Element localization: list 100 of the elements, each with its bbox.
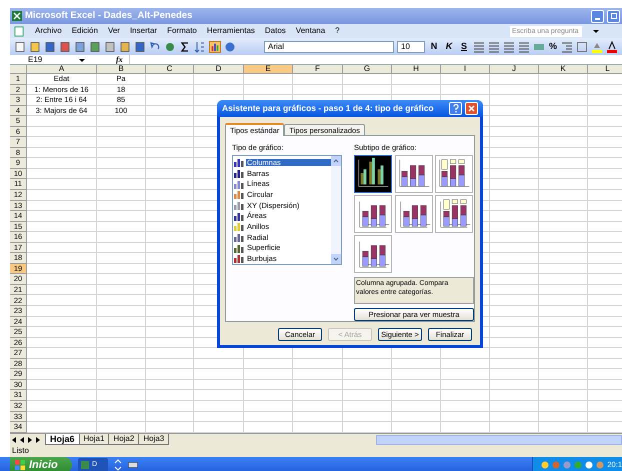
column-chart-icon[interactable] xyxy=(435,195,474,234)
table-cell xyxy=(194,390,244,401)
sort-icon[interactable] xyxy=(194,40,206,52)
menu-item[interactable]: Archivo xyxy=(35,25,62,37)
function-label[interactable]: fx xyxy=(116,54,123,66)
menu-item[interactable]: Insertar xyxy=(130,25,158,37)
column-header[interactable]: A xyxy=(27,65,97,74)
column-header[interactable]: K xyxy=(539,65,588,74)
column-chart-icon[interactable] xyxy=(394,155,433,194)
menu-item[interactable]: Herramientas xyxy=(206,25,255,37)
keyboard-icon[interactable] xyxy=(128,461,138,469)
underline-button[interactable]: S xyxy=(458,40,470,54)
chart-wizard-icon[interactable] xyxy=(209,40,221,52)
font-dropdown[interactable]: Arial xyxy=(264,40,394,52)
table-cell xyxy=(343,412,392,422)
font-size-dropdown[interactable]: 10 xyxy=(397,40,425,52)
table-cell xyxy=(392,390,441,401)
table-cell xyxy=(490,242,539,254)
column-header[interactable]: L xyxy=(588,65,622,74)
menu-item[interactable]: Ver xyxy=(108,25,120,37)
chevron-icon[interactable] xyxy=(114,459,122,471)
table-cell xyxy=(343,358,392,370)
windows-logo-icon[interactable] xyxy=(15,460,26,470)
vertical-scrollbar[interactable] xyxy=(331,156,341,264)
column-chart-icon[interactable] xyxy=(354,235,392,274)
table-cell xyxy=(539,95,588,106)
scroll-up-icon[interactable] xyxy=(331,156,341,166)
table-cell xyxy=(27,274,97,285)
minimize-button[interactable] xyxy=(591,10,604,22)
column-chart-icon[interactable] xyxy=(435,155,474,194)
save-icon[interactable] xyxy=(44,40,56,52)
font-color-icon[interactable] xyxy=(606,40,618,52)
copy-icon[interactable] xyxy=(119,40,131,52)
close-button[interactable] xyxy=(465,102,478,115)
bold-button[interactable]: N xyxy=(428,40,440,54)
table-cell xyxy=(194,380,244,390)
scroll-down-icon[interactable] xyxy=(331,254,341,264)
menu-item[interactable]: ? xyxy=(335,25,340,37)
table-cell xyxy=(27,200,97,212)
align-center-icon[interactable] xyxy=(488,40,500,52)
column-header[interactable]: B xyxy=(97,65,146,74)
table-cell xyxy=(490,348,539,359)
spreadsheet-icon[interactable] xyxy=(12,11,22,21)
sheet-tab[interactable]: Hoja6 xyxy=(45,434,80,445)
table-cell xyxy=(490,84,539,96)
table-cell xyxy=(97,358,146,370)
paste-icon[interactable] xyxy=(134,40,146,52)
folder-icon[interactable] xyxy=(29,40,41,52)
dropdown-caret-icon[interactable] xyxy=(592,27,600,35)
sheet-tab[interactable]: Hoja3 xyxy=(138,434,170,445)
align-left-icon[interactable] xyxy=(473,40,485,52)
table-cell xyxy=(490,190,539,201)
column-header[interactable]: I xyxy=(441,65,490,74)
table-cell xyxy=(539,242,588,254)
fill-color-icon[interactable] xyxy=(591,40,603,52)
align-right-icon[interactable] xyxy=(503,40,515,52)
menu-item[interactable]: Ventana xyxy=(296,25,326,37)
horizontal-scrollbar[interactable] xyxy=(376,434,622,444)
table-cell xyxy=(490,274,539,285)
menu-item[interactable]: Datos xyxy=(264,25,286,37)
table-cell xyxy=(146,126,194,138)
column-chart-icon[interactable] xyxy=(354,155,392,194)
new-file-icon[interactable] xyxy=(14,40,26,52)
document-icon[interactable] xyxy=(14,26,25,36)
autosum-icon[interactable] xyxy=(179,40,191,52)
menu-item[interactable]: Edición xyxy=(72,25,98,37)
column-chart-icon[interactable] xyxy=(394,195,433,234)
sheet-tab[interactable]: Hoja1 xyxy=(78,434,110,445)
table-cell xyxy=(146,400,194,412)
research-icon[interactable] xyxy=(104,40,116,52)
column-header[interactable]: F xyxy=(293,65,343,74)
table-cell xyxy=(146,390,194,401)
column-header[interactable]: E xyxy=(244,65,293,74)
sheet-tab[interactable]: Hoja2 xyxy=(108,434,140,445)
restore-button[interactable] xyxy=(607,10,620,22)
help-button[interactable] xyxy=(449,102,462,115)
table-cell xyxy=(293,380,343,390)
table-cell xyxy=(490,412,539,422)
start-button[interactable]: Inicio xyxy=(10,457,72,471)
column-header[interactable]: G xyxy=(343,65,392,74)
permission-icon[interactable] xyxy=(59,40,71,52)
table-cell xyxy=(490,369,539,380)
merge-cells-icon[interactable] xyxy=(518,40,530,52)
percent-button[interactable]: % xyxy=(548,40,558,54)
column-chart-icon[interactable] xyxy=(354,195,392,234)
print-icon[interactable] xyxy=(74,40,86,52)
column-header[interactable]: C xyxy=(146,65,194,74)
table-cell xyxy=(539,264,588,274)
menu-item[interactable]: Formato xyxy=(167,25,197,37)
column-header[interactable]: J xyxy=(490,65,539,74)
column-header[interactable]: H xyxy=(392,65,441,74)
indent-icon[interactable] xyxy=(561,40,573,52)
italic-button[interactable]: K xyxy=(443,40,455,54)
print-preview-icon[interactable] xyxy=(89,40,101,52)
borders-icon[interactable] xyxy=(576,40,588,52)
table-cell xyxy=(97,390,146,401)
column-header[interactable]: D xyxy=(194,65,244,74)
table-cell xyxy=(539,222,588,232)
help-icon[interactable] xyxy=(224,40,236,52)
table-cell xyxy=(146,412,194,422)
